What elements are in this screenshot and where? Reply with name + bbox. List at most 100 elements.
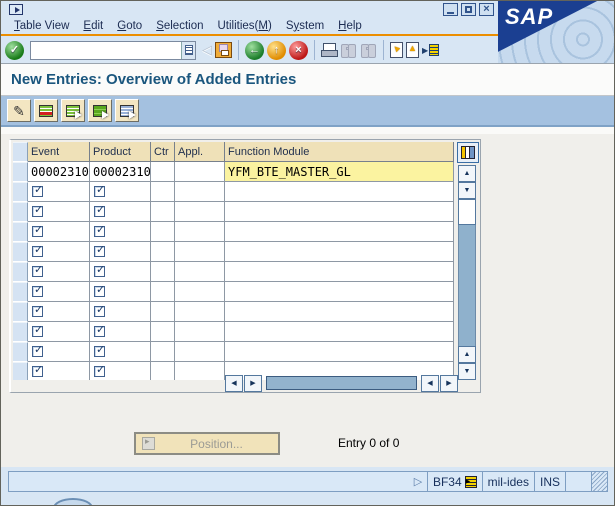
find-button[interactable]: [340, 43, 357, 58]
empty-cell[interactable]: [225, 322, 454, 342]
checked-checkbox-icon[interactable]: [94, 243, 105, 257]
empty-cell[interactable]: [151, 322, 175, 342]
empty-cell[interactable]: [28, 222, 90, 242]
empty-cell[interactable]: [151, 282, 175, 302]
create-shortcut-button[interactable]: ▲: [406, 42, 419, 58]
empty-cell[interactable]: [151, 222, 175, 242]
exit-button[interactable]: ↑: [267, 40, 286, 60]
empty-cell[interactable]: [175, 362, 225, 380]
empty-cell[interactable]: [90, 202, 151, 222]
empty-cell[interactable]: [90, 322, 151, 342]
scroll-right-button-2[interactable]: ▶: [440, 374, 458, 392]
empty-cell[interactable]: [90, 222, 151, 242]
row-selector[interactable]: [13, 222, 28, 242]
empty-cell[interactable]: [175, 322, 225, 342]
layout-menu-button[interactable]: ▶: [422, 44, 440, 56]
empty-cell[interactable]: [225, 302, 454, 322]
print-button[interactable]: [321, 42, 338, 58]
new-session-button[interactable]: ▲: [389, 41, 403, 58]
cell-appl[interactable]: [175, 162, 225, 182]
column-header-ctr[interactable]: Ctr: [151, 142, 175, 162]
empty-cell[interactable]: [175, 222, 225, 242]
scroll-left-button[interactable]: ◀: [225, 374, 243, 392]
scroll-left-button-2[interactable]: ◀: [421, 374, 439, 392]
select-all-button[interactable]: [88, 99, 112, 122]
empty-cell[interactable]: [28, 282, 90, 302]
delete-row-button[interactable]: [34, 99, 58, 122]
minimize-button[interactable]: [443, 3, 458, 16]
close-button[interactable]: ×: [479, 3, 494, 16]
empty-cell[interactable]: [175, 342, 225, 362]
checked-checkbox-icon[interactable]: [32, 303, 43, 317]
continue-button[interactable]: ✓: [5, 40, 24, 60]
empty-cell[interactable]: [175, 182, 225, 202]
empty-cell[interactable]: [225, 262, 454, 282]
cell-event[interactable]: 00002310: [28, 162, 90, 182]
status-expand-button[interactable]: ▷: [409, 472, 427, 491]
maximize-button[interactable]: [461, 3, 476, 16]
system-menu-icon[interactable]: [9, 4, 23, 15]
column-header-event[interactable]: Event: [28, 142, 90, 162]
menu-item-utilities-m-[interactable]: Utilities(M): [211, 19, 279, 33]
empty-cell[interactable]: [90, 362, 151, 380]
table-config-button[interactable]: [457, 142, 479, 163]
vertical-scroll-track[interactable]: [458, 225, 476, 346]
horizontal-scroll-thumb[interactable]: [266, 376, 417, 390]
position-button[interactable]: Position...: [134, 432, 280, 455]
cancel-button[interactable]: ×: [289, 40, 308, 60]
select-all-rows-cell[interactable]: [13, 142, 28, 162]
empty-cell[interactable]: [225, 282, 454, 302]
empty-cell[interactable]: [90, 242, 151, 262]
checked-checkbox-icon[interactable]: [94, 263, 105, 277]
empty-cell[interactable]: [151, 342, 175, 362]
scroll-bottom-down-button[interactable]: ▼: [458, 363, 476, 380]
save-button[interactable]: [215, 42, 232, 58]
row-selector[interactable]: [13, 182, 28, 202]
checked-checkbox-icon[interactable]: [32, 363, 43, 377]
row-selector[interactable]: [13, 302, 28, 322]
empty-cell[interactable]: [175, 202, 225, 222]
toggle-display-change-button[interactable]: ✎: [7, 99, 31, 122]
empty-cell[interactable]: [225, 222, 454, 242]
menu-item-help[interactable]: Help: [331, 19, 369, 33]
empty-cell[interactable]: [175, 262, 225, 282]
empty-cell[interactable]: [151, 262, 175, 282]
checked-checkbox-icon[interactable]: [32, 183, 43, 197]
row-selector[interactable]: [13, 342, 28, 362]
empty-cell[interactable]: [151, 362, 175, 380]
menu-item-edit[interactable]: Edit: [76, 19, 110, 33]
empty-cell[interactable]: [28, 182, 90, 202]
collapse-toolbar-button[interactable]: ◁: [202, 42, 212, 58]
empty-cell[interactable]: [225, 342, 454, 362]
command-field[interactable]: [31, 42, 181, 58]
checked-checkbox-icon[interactable]: [32, 283, 43, 297]
empty-cell[interactable]: [90, 262, 151, 282]
empty-cell[interactable]: [28, 202, 90, 222]
checked-checkbox-icon[interactable]: [32, 263, 43, 277]
empty-cell[interactable]: [28, 242, 90, 262]
row-selector[interactable]: [13, 242, 28, 262]
checked-checkbox-icon[interactable]: [32, 243, 43, 257]
empty-cell[interactable]: [90, 302, 151, 322]
checked-checkbox-icon[interactable]: [94, 343, 105, 357]
empty-cell[interactable]: [151, 242, 175, 262]
row-selector[interactable]: [13, 362, 28, 380]
checked-checkbox-icon[interactable]: [94, 283, 105, 297]
resize-grip-icon[interactable]: [591, 472, 607, 491]
empty-cell[interactable]: [225, 202, 454, 222]
empty-cell[interactable]: [175, 242, 225, 262]
empty-cell[interactable]: [28, 362, 90, 380]
menu-item-selection[interactable]: Selection: [149, 19, 210, 33]
scroll-up-button[interactable]: ▲: [458, 165, 476, 182]
menu-item-table-view[interactable]: Table View: [7, 19, 76, 33]
checked-checkbox-icon[interactable]: [94, 223, 105, 237]
empty-cell[interactable]: [175, 302, 225, 322]
row-selector[interactable]: [13, 262, 28, 282]
command-history-icon[interactable]: [181, 41, 195, 59]
copy-row-button[interactable]: [61, 99, 85, 122]
row-selector[interactable]: [13, 202, 28, 222]
checked-checkbox-icon[interactable]: [32, 323, 43, 337]
empty-cell[interactable]: [28, 302, 90, 322]
empty-cell[interactable]: [175, 282, 225, 302]
checked-checkbox-icon[interactable]: [94, 303, 105, 317]
